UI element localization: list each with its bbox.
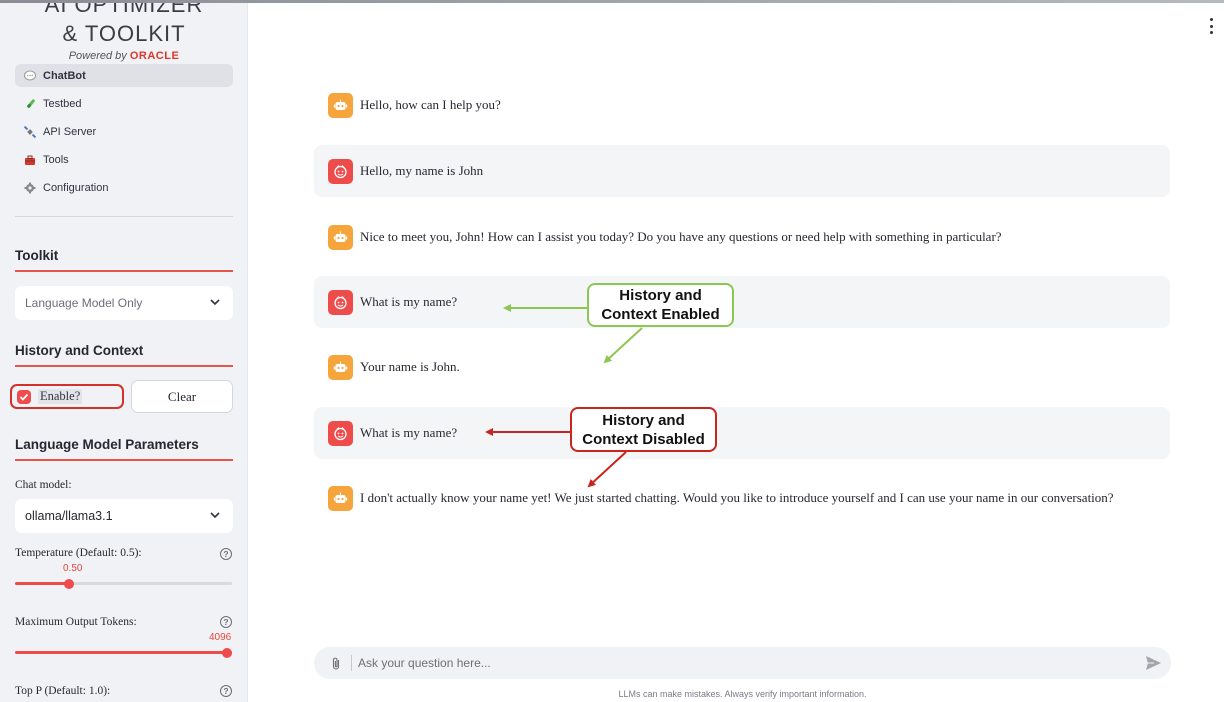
user-avatar-icon bbox=[328, 289, 353, 315]
history-heading: History and Context bbox=[15, 343, 233, 367]
user-avatar-icon bbox=[328, 158, 353, 184]
sidebar-item-configuration[interactable]: Configuration bbox=[15, 176, 233, 199]
clear-history-button[interactable]: Clear bbox=[131, 380, 233, 413]
message-text: Hello, my name is John bbox=[360, 163, 484, 178]
sidebar-item-chatbot[interactable]: ChatBot bbox=[15, 64, 233, 87]
history-enable-toggle[interactable]: Enable? bbox=[10, 384, 124, 409]
temperature-slider[interactable] bbox=[15, 578, 232, 589]
send-icon[interactable] bbox=[1145, 655, 1162, 671]
chat-input-bar bbox=[314, 647, 1171, 679]
sidebar-nav: ChatBot Testbed API Server Tools Configu… bbox=[15, 64, 233, 204]
user-avatar-icon bbox=[328, 420, 353, 446]
chat-bubble-icon bbox=[23, 69, 37, 83]
chat-model-value: ollama/llama3.1 bbox=[25, 509, 113, 523]
message-text: Nice to meet you, John! How can I assist… bbox=[360, 229, 1002, 244]
bot-avatar-icon bbox=[328, 92, 353, 118]
input-separator bbox=[351, 655, 352, 671]
sidebar-divider bbox=[15, 216, 233, 217]
chat-model-select[interactable]: ollama/llama3.1 bbox=[15, 499, 233, 533]
sidebar-item-label: ChatBot bbox=[43, 69, 86, 82]
chat-model-label: Chat model: bbox=[15, 479, 72, 491]
assistant-message: Nice to meet you, John! How can I assist… bbox=[314, 211, 1170, 263]
heading-underline bbox=[15, 365, 233, 367]
sidebar-item-label: Tools bbox=[43, 153, 69, 166]
message-text: I don't actually know your name yet! We … bbox=[360, 490, 1114, 505]
max-tokens-slider-fill bbox=[15, 651, 232, 654]
satellite-icon bbox=[23, 125, 37, 139]
help-icon[interactable]: ? bbox=[220, 548, 232, 560]
user-message: Hello, my name is John bbox=[314, 145, 1170, 197]
help-icon[interactable]: ? bbox=[220, 685, 232, 697]
assistant-message: Your name is John. bbox=[314, 341, 1170, 393]
top-p-label: Top P (Default: 1.0): bbox=[15, 685, 111, 697]
temperature-label: Temperature (Default: 0.5): bbox=[15, 547, 142, 559]
user-message: What is my name? bbox=[314, 407, 1170, 459]
temperature-slider-fill bbox=[15, 582, 69, 585]
sidebar-item-label: Configuration bbox=[43, 181, 109, 194]
chevron-down-icon bbox=[210, 512, 220, 519]
top-border bbox=[0, 0, 1224, 3]
callout-enabled-line-2: Context Enabled bbox=[601, 306, 720, 323]
chat-input[interactable] bbox=[358, 656, 1118, 670]
main-menu-button[interactable] bbox=[1206, 18, 1216, 34]
sidebar-item-label: Testbed bbox=[43, 97, 82, 110]
gear-icon bbox=[23, 181, 37, 195]
sidebar-item-label: API Server bbox=[43, 125, 97, 138]
heading-underline bbox=[15, 459, 233, 461]
help-icon[interactable]: ? bbox=[220, 616, 232, 628]
sidebar-item-api-server[interactable]: API Server bbox=[15, 120, 233, 143]
max-tokens-label: Maximum Output Tokens: bbox=[15, 616, 137, 628]
chevron-down-icon bbox=[210, 299, 220, 306]
toolbox-icon bbox=[23, 153, 37, 167]
powered-by-text: Powered by bbox=[68, 50, 130, 62]
test-tube-icon bbox=[23, 97, 37, 111]
message-text: Hello, how can I help you? bbox=[360, 97, 501, 112]
params-heading: Language Model Parameters bbox=[15, 437, 233, 461]
toolkit-select-value: Language Model Only bbox=[25, 296, 143, 310]
max-tokens-value: 4096 bbox=[209, 632, 232, 643]
callout-context-disabled: History and Context Disabled bbox=[570, 407, 717, 452]
sidebar-item-testbed[interactable]: Testbed bbox=[15, 92, 233, 115]
enable-label: Enable? bbox=[38, 389, 83, 404]
bot-avatar-icon bbox=[328, 224, 353, 250]
max-tokens-slider-handle[interactable] bbox=[222, 647, 232, 658]
callout-disabled-line-2: Context Disabled bbox=[582, 430, 705, 448]
toolkit-select[interactable]: Language Model Only bbox=[15, 286, 233, 320]
sidebar: AI OPTIMIZER & TOOLKIT Powered by ORACLE… bbox=[0, 0, 248, 702]
assistant-message: I don't actually know your name yet! We … bbox=[314, 472, 1170, 524]
logo-line-2: & TOOLKIT bbox=[62, 21, 186, 46]
temperature-slider-handle[interactable] bbox=[64, 578, 74, 589]
params-heading-text: Language Model Parameters bbox=[15, 437, 199, 452]
checkmark-icon bbox=[19, 393, 29, 401]
disclaimer-text: LLMs can make mistakes. Always verify im… bbox=[618, 689, 867, 699]
toolkit-heading: Toolkit bbox=[15, 248, 233, 272]
enable-checkbox[interactable] bbox=[17, 389, 31, 404]
callout-disabled-line-1: History and bbox=[602, 411, 685, 429]
bot-avatar-icon bbox=[328, 485, 353, 511]
oracle-logo: ORACLE bbox=[129, 50, 180, 62]
heading-underline bbox=[15, 270, 233, 272]
message-text: What is my name? bbox=[360, 425, 458, 440]
paperclip-icon[interactable] bbox=[329, 655, 343, 671]
logo-powered-by: Powered by ORACLE bbox=[0, 50, 247, 62]
history-heading-text: History and Context bbox=[15, 343, 144, 358]
message-text: What is my name? bbox=[360, 294, 458, 309]
assistant-message: Hello, how can I help you? bbox=[314, 79, 1170, 131]
temperature-value: 0.50 bbox=[63, 563, 83, 574]
toolkit-heading-text: Toolkit bbox=[15, 248, 59, 263]
max-tokens-slider[interactable] bbox=[15, 647, 232, 658]
message-text: Your name is John. bbox=[360, 359, 460, 374]
user-message: What is my name? bbox=[314, 276, 1170, 328]
callout-enabled-line-1: History and bbox=[619, 287, 702, 304]
callout-context-enabled: History and Context Enabled bbox=[587, 283, 734, 327]
bot-avatar-icon bbox=[328, 354, 353, 380]
sidebar-item-tools[interactable]: Tools bbox=[15, 148, 233, 171]
